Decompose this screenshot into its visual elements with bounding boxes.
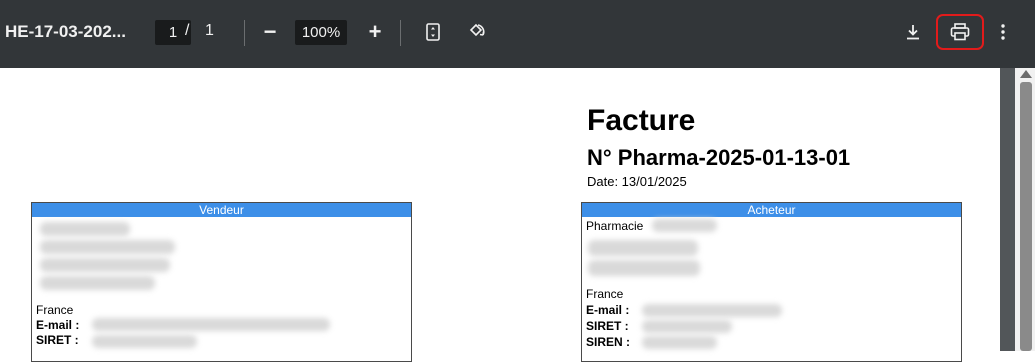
toolbar-divider (244, 20, 245, 46)
redacted-text (40, 240, 175, 254)
invoice-date: Date: 13/01/2025 (587, 174, 687, 189)
redacted-text (588, 260, 700, 276)
scroll-up-arrow-icon[interactable] (1020, 70, 1032, 78)
seller-country: France (36, 303, 74, 317)
buyer-siret-row: SIRET : (586, 319, 629, 333)
redacted-email (92, 318, 330, 331)
invoice-title: Facture (587, 104, 696, 137)
buyer-email-label: E-mail : (586, 303, 630, 317)
seller-header: Vendeur (32, 203, 411, 217)
print-button[interactable] (936, 14, 984, 50)
invoice-number: N° Pharma-2025-01-13-01 (587, 145, 851, 170)
printer-icon (950, 23, 970, 41)
seller-siret-row: SIRET : (36, 333, 79, 347)
page-total: 1 (205, 22, 214, 39)
viewer-background (1000, 68, 1015, 351)
redacted-siren (642, 336, 717, 349)
minus-icon: − (263, 19, 277, 44)
redacted-text (652, 219, 717, 232)
fit-page-icon (426, 23, 440, 41)
scrollbar-thumb[interactable] (1020, 82, 1032, 351)
pdf-toolbar: HE-17-03-202... 1 / 1 − 100% + (0, 0, 1035, 68)
document-title: HE-17-03-202... (5, 22, 126, 41)
redacted-siret (642, 320, 732, 333)
plus-icon: + (368, 19, 382, 44)
page-separator: / (185, 22, 190, 39)
redacted-text (40, 258, 170, 272)
redacted-text (40, 222, 130, 236)
zoom-in-button[interactable]: + (360, 17, 390, 47)
redacted-email (642, 304, 782, 317)
fit-page-button[interactable] (418, 17, 448, 47)
seller-email-label: E-mail : (36, 318, 80, 332)
zoom-level-input[interactable]: 100% (295, 20, 347, 45)
buyer-country: France (586, 287, 624, 301)
more-vertical-icon (1001, 24, 1005, 40)
download-icon (907, 25, 919, 40)
buyer-siren-label: SIREN : (586, 335, 631, 349)
download-button[interactable] (898, 17, 928, 47)
buyer-siret-label: SIRET : (586, 319, 629, 333)
redacted-text (588, 240, 698, 256)
rotate-icon (469, 23, 485, 37)
zoom-out-button[interactable]: − (255, 17, 285, 47)
more-options-button[interactable] (988, 17, 1018, 47)
redacted-text (40, 276, 155, 290)
seller-siret-label: SIRET : (36, 333, 79, 347)
buyer-email-row: E-mail : (586, 303, 629, 317)
rotate-button[interactable] (462, 17, 492, 47)
buyer-header: Acheteur (582, 203, 961, 217)
redacted-siret (92, 335, 197, 348)
seller-email-row: E-mail : (36, 318, 79, 332)
toolbar-divider (400, 20, 401, 46)
buyer-name-prefix: Pharmacie (586, 219, 644, 233)
buyer-siren-row: SIREN : (586, 335, 630, 349)
